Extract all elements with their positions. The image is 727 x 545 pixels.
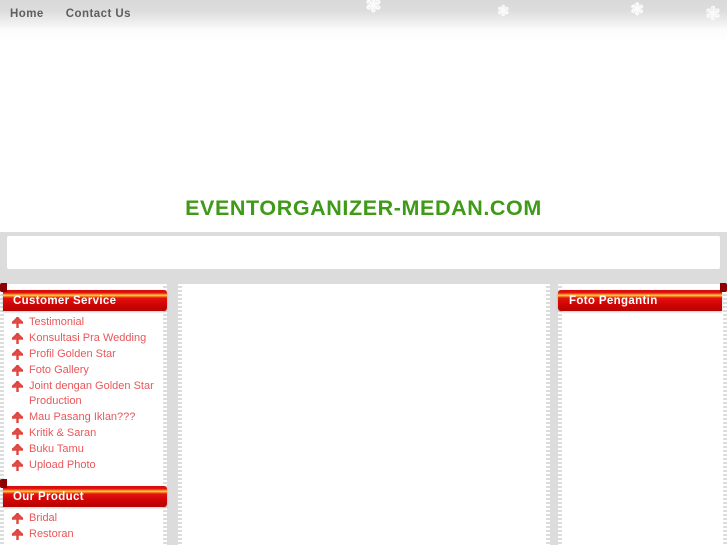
top-nav-links: Home Contact Us xyxy=(10,0,131,29)
list-item[interactable]: Mau Pasang Iklan??? xyxy=(11,410,162,425)
list-item[interactable]: Upload Photo xyxy=(11,458,162,473)
left-panel-top-gap xyxy=(0,278,167,284)
list-item[interactable]: Joint dengan Golden Star Production xyxy=(11,379,162,409)
list-item-label: Testimonial xyxy=(29,316,85,328)
section-header-label: Foto Pengantin xyxy=(569,294,658,307)
list-item[interactable]: Buku Tamu xyxy=(11,442,162,457)
flower-bullet-icon xyxy=(11,411,24,423)
list-item[interactable]: Profil Golden Star xyxy=(11,347,162,362)
center-panel-top-gap xyxy=(178,278,550,284)
list-item[interactable]: Bridal xyxy=(11,511,162,526)
flower-bullet-icon xyxy=(11,512,24,524)
section-header-customer-service: Customer Service xyxy=(3,290,167,311)
flower-bullet-icon xyxy=(11,459,24,471)
list-item[interactable]: Testimonial xyxy=(11,315,162,330)
flower-bullet-icon xyxy=(11,427,24,439)
flower-bullet-icon xyxy=(11,332,24,344)
list-item-label: Konsultasi Pra Wedding xyxy=(29,332,147,344)
top-navigation-bar: Home Contact Us xyxy=(0,0,727,29)
list-item-label: Bridal xyxy=(29,512,58,524)
section-header-foto-pengantin: Foto Pengantin xyxy=(558,290,722,311)
flower-bullet-icon xyxy=(11,364,24,376)
nav-link-home[interactable]: Home xyxy=(10,0,44,29)
flower-bullet-icon xyxy=(11,380,24,392)
flower-bullet-icon xyxy=(11,528,24,540)
list-item-label: Buku Tamu xyxy=(29,443,84,455)
ribbon-fold-foto-pengantin xyxy=(720,283,727,292)
flower-bullet-icon xyxy=(11,316,24,328)
list-item-label: Joint dengan Golden Star Production xyxy=(29,380,154,407)
list-item-label: Profil Golden Star xyxy=(29,348,116,360)
list-item[interactable]: Restoran xyxy=(11,527,162,542)
right-sidebar-panel xyxy=(558,278,727,545)
section-header-label: Customer Service xyxy=(13,294,117,307)
list-item-label: Foto Gallery xyxy=(29,364,89,376)
section-header-our-product: Our Product xyxy=(3,486,167,507)
list-item-label: Upload Photo xyxy=(29,459,96,471)
ribbon-fold-our-product xyxy=(0,479,7,488)
list-item-label: Kritik & Saran xyxy=(29,427,97,439)
main-content-panel xyxy=(178,278,550,545)
section-header-label: Our Product xyxy=(13,490,84,503)
topbar-fade xyxy=(0,29,727,43)
menu-strip[interactable] xyxy=(7,236,720,269)
list-item[interactable]: Foto Gallery xyxy=(11,363,162,378)
list-item-label: Restoran xyxy=(29,528,74,540)
ribbon-fold-customer-service xyxy=(0,283,7,292)
list-item-label: Mau Pasang Iklan??? xyxy=(29,411,136,423)
list-item[interactable]: Kritik & Saran xyxy=(11,426,162,441)
content-panels-row: Testimonial Konsultasi Pra Wedding Profi… xyxy=(0,278,727,545)
right-panel-top-gap xyxy=(558,278,727,284)
list-item[interactable]: Konsultasi Pra Wedding xyxy=(11,331,162,346)
flower-bullet-icon xyxy=(11,348,24,360)
nav-link-contact-us[interactable]: Contact Us xyxy=(66,0,131,29)
menu-strip-container xyxy=(0,232,727,278)
customer-service-link-list: Testimonial Konsultasi Pra Wedding Profi… xyxy=(11,315,162,474)
flower-bullet-icon xyxy=(11,443,24,455)
site-title: EVENTORGANIZER-MEDAN.COM xyxy=(185,196,542,220)
our-product-link-list: Bridal Restoran xyxy=(11,511,162,543)
